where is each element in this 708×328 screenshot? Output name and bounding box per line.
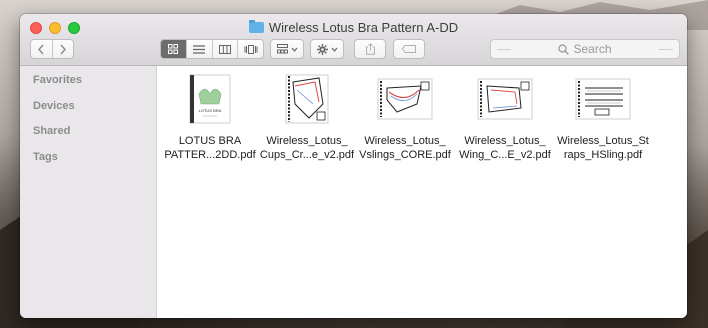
- chevron-left-icon: [38, 44, 44, 54]
- icon-view-icon: [168, 44, 179, 54]
- file-item[interactable]: Wireless_Lotus_St raps_HSling.pdf: [553, 74, 653, 162]
- pdf-thumbnail: [573, 74, 633, 124]
- list-view-icon: [193, 44, 206, 54]
- sidebar: Favorites Devices Shared Tags: [20, 66, 157, 318]
- thumb-cover-text: LOTUS BRA: [199, 108, 222, 113]
- view-mode-group: [160, 39, 264, 59]
- file-name: LOTUS BRA PATTER...2DD.pdf: [160, 134, 260, 162]
- window-title: Wireless Lotus Bra Pattern A-DD: [268, 20, 459, 35]
- file-name-line-1: Wireless_Lotus_: [464, 135, 546, 147]
- pdf-thumbnail: [375, 74, 435, 124]
- forward-button[interactable]: [53, 40, 74, 58]
- file-name: Wireless_Lotus_ Cups_Cr...e_v2.pdf: [257, 134, 357, 162]
- tag-icon: [402, 45, 416, 53]
- sidebar-item-tags[interactable]: Tags: [33, 151, 58, 163]
- finder-window: Wireless Lotus Bra Pattern A-DD Search F…: [20, 14, 687, 318]
- file-item[interactable]: Wireless_Lotus_ Vslings_CORE.pdf: [355, 74, 455, 162]
- pattern-wing-thumbnail-icon: [477, 78, 533, 120]
- sidebar-item-shared[interactable]: Shared: [33, 125, 70, 137]
- file-item[interactable]: Wireless_Lotus_ Cups_Cr...e_v2.pdf: [257, 74, 357, 162]
- title-bar[interactable]: Wireless Lotus Bra Pattern A-DD Search: [20, 14, 687, 66]
- search-icon: [558, 43, 570, 55]
- back-button[interactable]: [31, 40, 53, 58]
- tags-button[interactable]: [393, 39, 425, 59]
- chevron-down-icon: [331, 47, 337, 52]
- file-name-line-2: Wing_C...E_v2.pdf: [459, 149, 551, 161]
- pattern-straps-thumbnail-icon: [575, 78, 631, 120]
- file-name-line-2: PATTER...2DD.pdf: [164, 149, 256, 161]
- search-field-decoration-left: [497, 49, 511, 50]
- pdf-thumbnail: [475, 74, 535, 124]
- file-name: Wireless_Lotus_ Vslings_CORE.pdf: [355, 134, 455, 162]
- file-item[interactable]: LOTUS BRA LOTUS BRA PATTER...2DD.pdf: [160, 74, 260, 162]
- chevron-down-icon: [291, 47, 297, 52]
- list-view-button[interactable]: [187, 40, 213, 58]
- gear-icon: [316, 43, 328, 55]
- file-name: Wireless_Lotus_St raps_HSling.pdf: [553, 134, 653, 162]
- file-name-line-1: LOTUS BRA: [178, 135, 242, 147]
- cover-flow-button[interactable]: [238, 40, 263, 58]
- chevron-right-icon: [60, 44, 66, 54]
- pdf-thumbnail: [277, 74, 337, 124]
- file-name-line-2: Vslings_CORE.pdf: [359, 149, 451, 161]
- arrange-button[interactable]: [270, 39, 304, 59]
- file-name-line-2: Cups_Cr...e_v2.pdf: [259, 149, 355, 161]
- column-view-icon: [218, 44, 231, 54]
- action-button[interactable]: [310, 39, 344, 59]
- pdf-cover-thumbnail-icon: LOTUS BRA: [189, 74, 231, 124]
- column-view-button[interactable]: [213, 40, 239, 58]
- icon-view-button[interactable]: [161, 40, 187, 58]
- file-item[interactable]: Wireless_Lotus_ Wing_C...E_v2.pdf: [455, 74, 555, 162]
- file-name: Wireless_Lotus_ Wing_C...E_v2.pdf: [455, 134, 555, 162]
- file-name-line-1: Wireless_Lotus_: [266, 135, 348, 147]
- arrange-icon: [276, 44, 288, 54]
- search-placeholder: Search: [573, 42, 612, 56]
- folder-icon: [248, 20, 264, 33]
- file-icon-grid: LOTUS BRA LOTUS BRA PATTER...2DD.pdf Wir…: [157, 66, 687, 318]
- search-field[interactable]: Search: [490, 39, 680, 59]
- sidebar-item-favorites[interactable]: Favorites: [33, 74, 82, 86]
- sidebar-item-devices[interactable]: Devices: [33, 100, 75, 112]
- file-name-line-1: Wireless_Lotus_: [364, 135, 446, 147]
- search-field-decoration-right: [659, 49, 673, 50]
- pdf-thumbnail: LOTUS BRA: [180, 74, 240, 124]
- share-icon: [365, 43, 375, 55]
- window-title-area: Wireless Lotus Bra Pattern A-DD: [20, 20, 687, 35]
- back-forward-group: [30, 39, 74, 59]
- file-name-line-2: raps_HSling.pdf: [563, 149, 643, 161]
- pattern-vslings-thumbnail-icon: [377, 78, 433, 120]
- cover-flow-icon: [244, 44, 258, 54]
- file-name-line-1: Wireless_Lotus_St: [557, 135, 649, 147]
- share-button[interactable]: [354, 39, 386, 59]
- pattern-cups-thumbnail-icon: [285, 74, 329, 124]
